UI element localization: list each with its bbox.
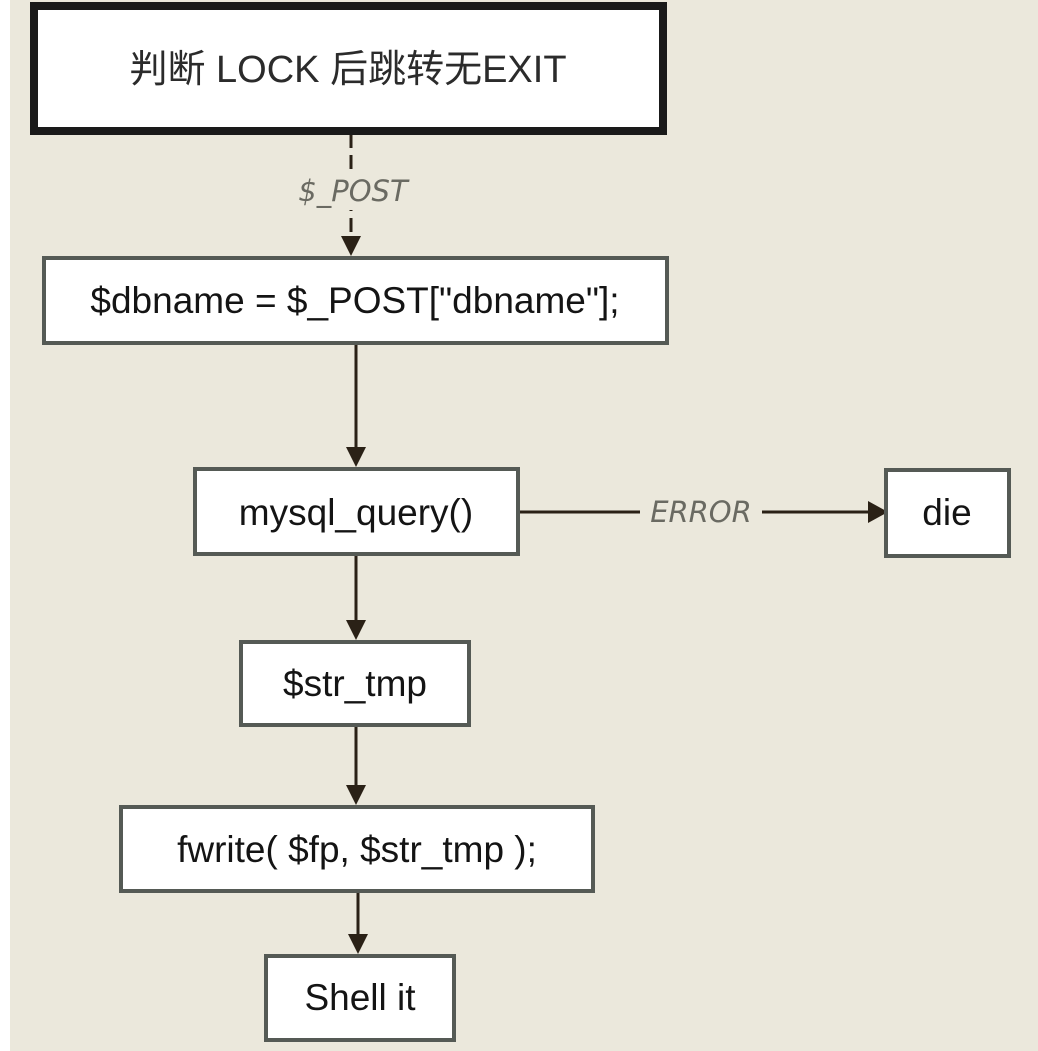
node-lock-check: 判断 LOCK 后跳转无EXIT xyxy=(30,2,667,135)
node-label-dbname: $dbname = $_POST["dbname"]; xyxy=(90,280,619,321)
edge-mysql-to-strtmp xyxy=(346,556,366,640)
edge-strtmp-to-fwrite xyxy=(346,727,366,805)
node-label-die: die xyxy=(922,492,971,533)
edge-label-post: $_POST xyxy=(298,174,410,208)
node-shell: Shell it xyxy=(264,954,456,1042)
flowchart: $_POST ERROR 判断 LOCK 后跳转无EXIT $dbname = … xyxy=(30,2,1011,1042)
edge-dbname-to-mysql xyxy=(346,345,366,467)
edge-fwrite-to-shell xyxy=(348,893,368,954)
node-label-mysql-query: mysql_query() xyxy=(239,492,473,533)
node-die: die xyxy=(884,468,1011,558)
node-str-tmp: $str_tmp xyxy=(239,640,471,727)
node-mysql-query: mysql_query() xyxy=(193,467,520,556)
node-label-shell: Shell it xyxy=(304,977,416,1018)
node-label-fwrite: fwrite( $fp, $str_tmp ); xyxy=(177,829,537,870)
node-label-str-tmp: $str_tmp xyxy=(283,663,427,704)
edge-lock-to-dbname: $_POST xyxy=(288,134,418,256)
node-fwrite: fwrite( $fp, $str_tmp ); xyxy=(119,805,595,893)
nodes: 判断 LOCK 后跳转无EXIT $dbname = $_POST["dbnam… xyxy=(30,2,1011,1042)
edge-label-error: ERROR xyxy=(650,495,752,529)
node-dbname: $dbname = $_POST["dbname"]; xyxy=(42,256,669,345)
edge-mysql-to-die: ERROR xyxy=(520,492,888,532)
node-label-lock-check: 判断 LOCK 后跳转无EXIT xyxy=(129,49,566,91)
